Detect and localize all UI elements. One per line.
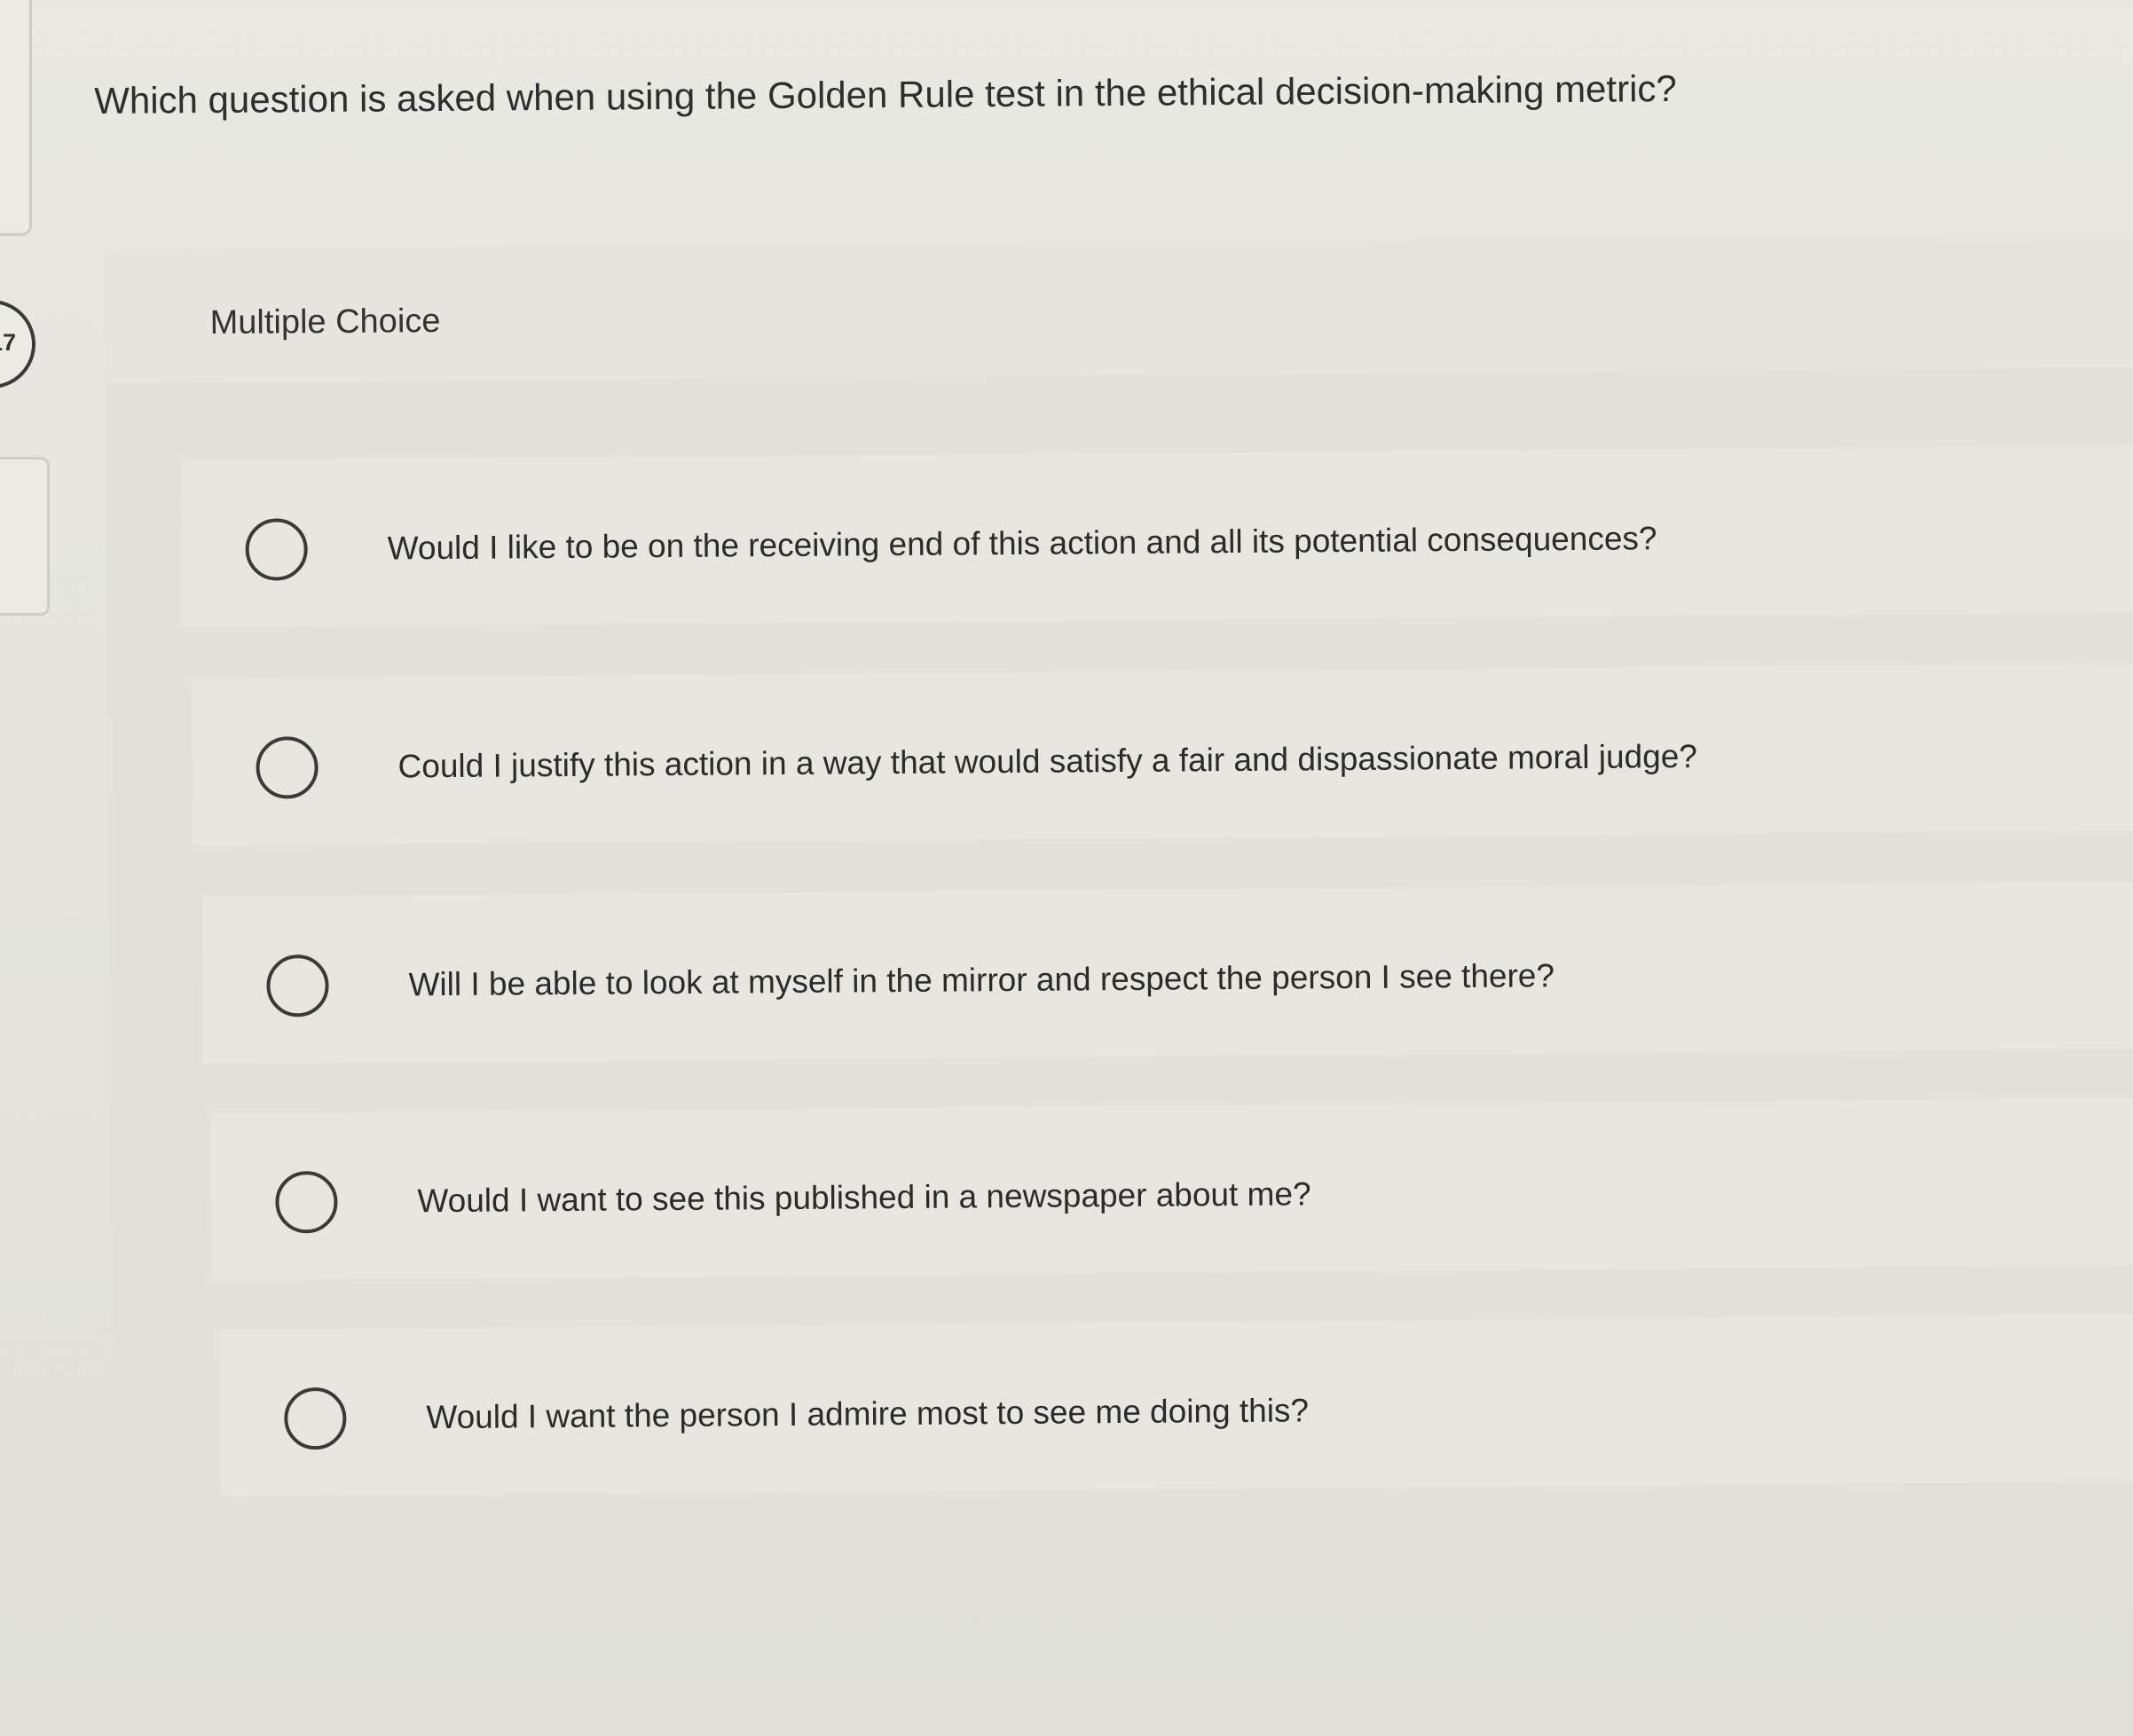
radio-button[interactable] [256, 736, 319, 799]
answer-panel: Multiple Choice Would I like to be on th… [103, 233, 2133, 1625]
answer-type-header: Multiple Choice [103, 233, 2133, 383]
radio-button[interactable] [284, 1386, 347, 1450]
choice-label[interactable]: Would I want to see this published in a … [417, 1175, 1310, 1220]
nav-tab-previous[interactable] [0, 0, 32, 236]
choice-label[interactable]: Will I be able to look at myself in the … [408, 957, 1554, 1003]
question-prompt: Which question is asked when using the G… [94, 67, 1677, 122]
choice-label[interactable]: Would I like to be on the receiving end … [387, 520, 1657, 567]
choice-option-2[interactable]: Could I justify this action in a way tha… [191, 663, 2133, 846]
choice-option-4[interactable]: Would I want to see this published in a … [210, 1097, 2133, 1281]
choice-label[interactable]: Would I want the person I admire most to… [426, 1392, 1309, 1436]
choice-option-1[interactable]: Would I like to be on the receiving end … [180, 445, 2133, 628]
question-number-badge[interactable]: 17 [0, 300, 35, 389]
question-number: 17 [0, 329, 16, 356]
nav-tab-flag[interactable] [0, 457, 50, 616]
radio-button[interactable] [266, 954, 329, 1017]
radio-button[interactable] [245, 518, 308, 581]
choice-option-5[interactable]: Would I want the person I admire most to… [219, 1314, 2133, 1496]
answer-type-label: Multiple Choice [209, 302, 441, 342]
radio-button[interactable] [275, 1170, 338, 1234]
choice-label[interactable]: Could I justify this action in a way tha… [397, 738, 1697, 785]
choice-option-3[interactable]: Will I be able to look at myself in the … [201, 881, 2133, 1064]
